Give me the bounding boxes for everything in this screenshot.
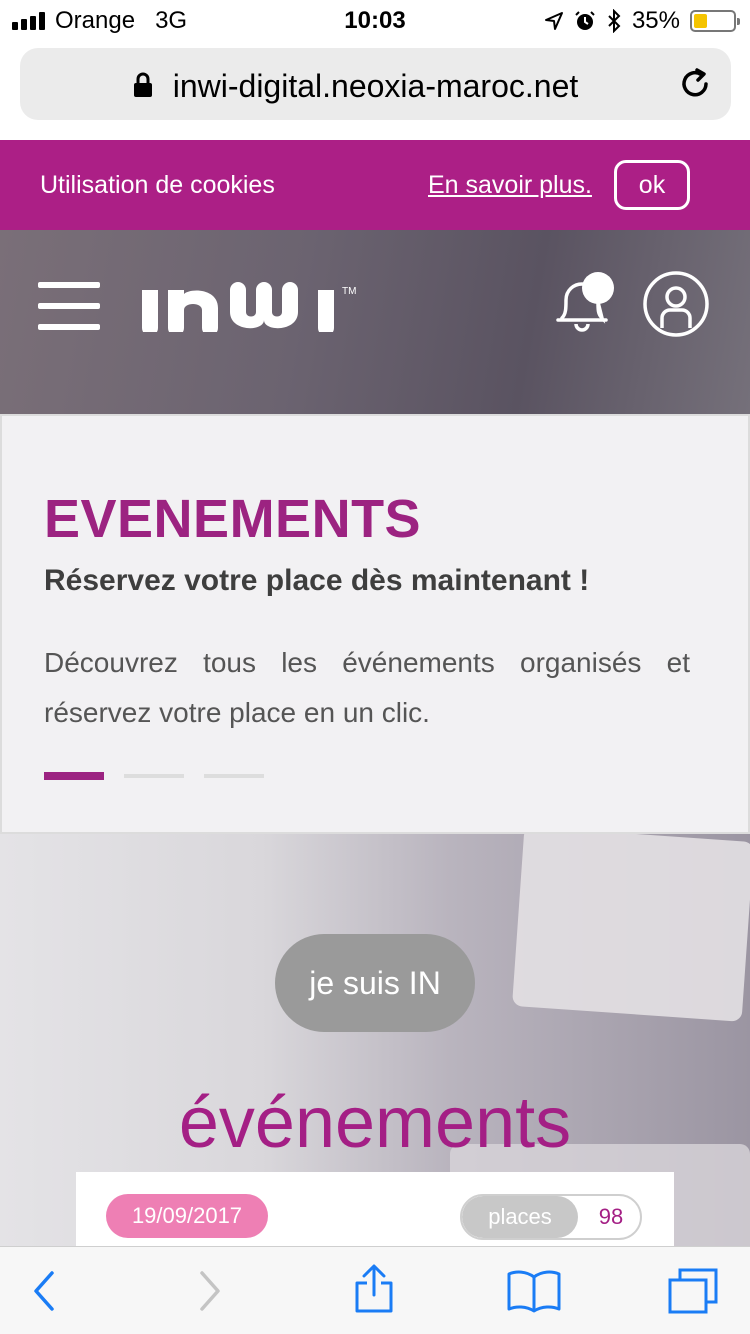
hamburger-menu-icon[interactable] <box>38 282 100 330</box>
carousel-indicators <box>44 772 264 780</box>
status-bar: Orange 3G 10:03 35% <box>0 0 750 40</box>
battery-percent: 35% <box>631 7 680 34</box>
background-decoration <box>512 834 750 1022</box>
carousel-dot-3[interactable] <box>204 774 264 778</box>
events-title: événements <box>178 1083 572 1163</box>
site-header: TM <box>0 230 750 414</box>
battery-icon <box>690 10 740 32</box>
cookie-text: Utilisation de cookies <box>40 171 275 199</box>
carousel-dot-2[interactable] <box>124 774 184 778</box>
url-text[interactable]: inwi-digital.neoxia-maroc.net <box>20 68 731 105</box>
event-places-pill: places 98 <box>460 1194 642 1240</box>
bookmarks-icon[interactable] <box>506 1269 562 1313</box>
browser-url-area: inwi-digital.neoxia-maroc.net <box>0 40 750 140</box>
url-bar[interactable]: inwi-digital.neoxia-maroc.net <box>20 48 731 120</box>
reload-icon[interactable] <box>677 66 713 102</box>
browser-toolbar <box>0 1246 750 1334</box>
je-suis-in-button[interactable]: je suis IN <box>275 934 475 1032</box>
event-date-badge: 19/09/2017 <box>106 1194 268 1238</box>
svg-text:TM: TM <box>342 286 356 297</box>
user-account-icon[interactable] <box>642 270 710 338</box>
cookie-ok-button[interactable]: ok <box>614 160 690 210</box>
inwi-logo[interactable]: TM <box>138 280 360 332</box>
event-card[interactable]: 19/09/2017 places 98 <box>76 1172 674 1246</box>
cookie-learn-more-link[interactable]: En savoir plus. <box>428 171 592 200</box>
cookie-banner: Utilisation de cookies En savoir plus. o… <box>0 140 750 230</box>
hero-description: Découvrez tous les événements organisés … <box>44 647 690 728</box>
events-section: je suis IN événements 19/09/2017 places … <box>0 834 750 1246</box>
hero-subtitle: Réservez votre place dès maintenant ! <box>44 564 590 597</box>
hero-title: EVENEMENTS <box>44 489 422 549</box>
carousel-dot-1[interactable] <box>44 772 104 780</box>
back-icon[interactable] <box>30 1269 58 1313</box>
notification-bell-icon[interactable] <box>548 268 616 334</box>
bluetooth-icon <box>608 9 621 33</box>
battery-fill <box>694 14 708 28</box>
share-icon[interactable] <box>352 1263 396 1315</box>
location-icon <box>544 12 563 30</box>
places-label: places <box>462 1196 578 1238</box>
hero-carousel: EVENEMENTS Réservez votre place dès main… <box>0 414 750 834</box>
tabs-icon[interactable] <box>666 1267 720 1315</box>
status-right: 35% <box>544 7 740 35</box>
places-count: 98 <box>598 1204 624 1229</box>
forward-icon[interactable] <box>196 1269 224 1313</box>
alarm-icon <box>575 11 595 30</box>
